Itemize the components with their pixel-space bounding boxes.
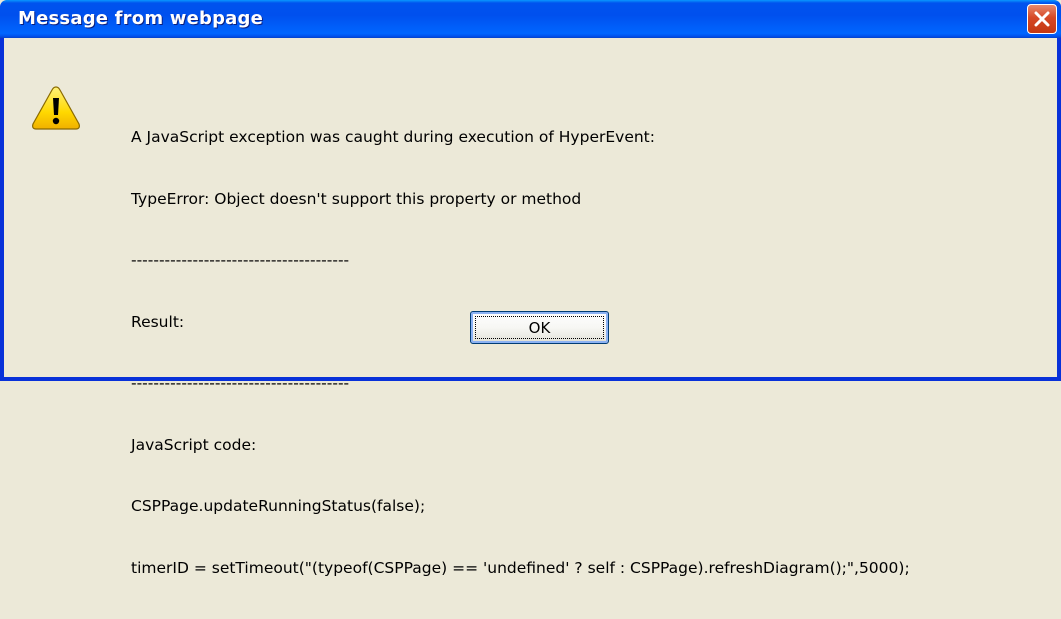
dialog-body: A JavaScript exception was caught during… [4, 38, 1057, 577]
message-dialog: Message from webpage A JavaScript except… [0, 0, 1061, 577]
ok-button[interactable]: OK [470, 311, 609, 344]
error-message: A JavaScript exception was caught during… [131, 86, 910, 619]
ok-button-label: OK [475, 316, 604, 339]
separator-line: --------------------------------------- [131, 374, 350, 392]
separator-line: --------------------------------------- [131, 251, 350, 269]
warning-icon [32, 86, 80, 130]
message-line: JavaScript code: [131, 435, 257, 454]
message-line: TypeError: Object doesn't support this p… [131, 189, 582, 208]
title-bar[interactable]: Message from webpage [0, 0, 1061, 38]
dialog-title: Message from webpage [18, 8, 263, 29]
message-line: timerID = setTimeout("(typeof(CSPPage) =… [131, 558, 910, 577]
close-icon [1034, 11, 1050, 27]
message-line: CSPPage.updateRunningStatus(false); [131, 497, 426, 515]
close-button[interactable] [1027, 4, 1057, 34]
message-line: A JavaScript exception was caught during… [131, 128, 655, 146]
